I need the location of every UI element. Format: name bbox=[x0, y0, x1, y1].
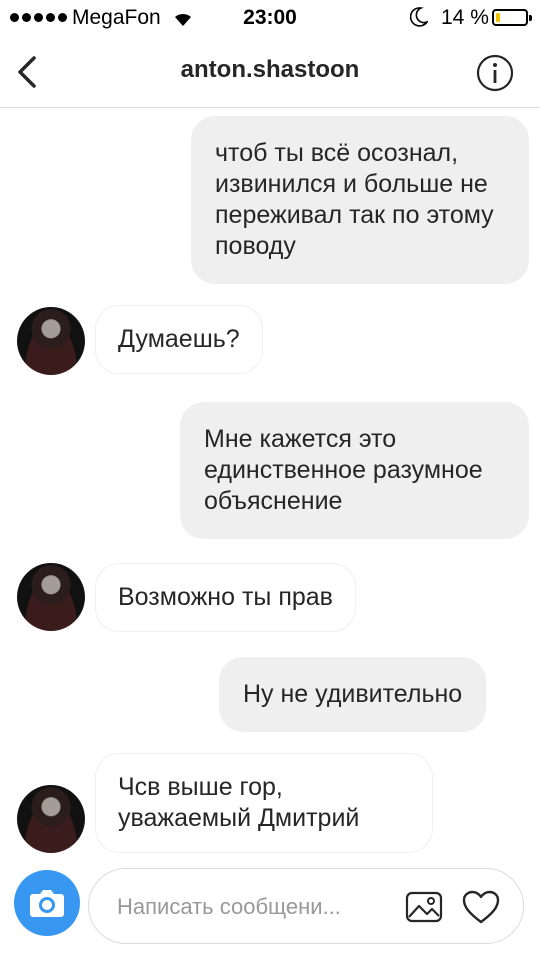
avatar[interactable] bbox=[17, 563, 85, 631]
do-not-disturb-moon-icon bbox=[410, 7, 428, 27]
status-bar: MegaFon 23:00 14 % bbox=[0, 0, 540, 36]
camera-icon bbox=[30, 890, 64, 917]
battery-level-fill bbox=[496, 13, 500, 22]
message-input[interactable] bbox=[117, 889, 387, 925]
battery-icon bbox=[492, 9, 532, 26]
chat-screen: MegaFon 23:00 14 % anton.shastoon чтоб т… bbox=[0, 0, 540, 960]
incoming-message[interactable]: Думаешь? bbox=[95, 305, 263, 374]
battery-percentage: 14 % bbox=[441, 6, 489, 29]
heart-icon[interactable] bbox=[461, 889, 501, 925]
outgoing-message[interactable]: чтоб ты всё осознал, извинился и больше … bbox=[191, 116, 529, 284]
avatar[interactable] bbox=[17, 785, 85, 853]
message-input-container bbox=[88, 868, 524, 944]
message-thread: чтоб ты всё осознал, извинился и больше … bbox=[0, 108, 540, 860]
outgoing-message[interactable]: Ну не удивительно bbox=[219, 657, 487, 732]
incoming-message[interactable]: Чсв выше гор, уважаемый Дмитрий bbox=[95, 753, 433, 853]
message-composer bbox=[0, 860, 540, 960]
conversation-header: anton.shastoon bbox=[0, 36, 540, 108]
avatar[interactable] bbox=[17, 307, 85, 375]
image-icon[interactable] bbox=[405, 889, 443, 925]
incoming-message[interactable]: Возможно ты прав bbox=[95, 563, 356, 632]
outgoing-message[interactable]: Мне кажется это единственное разумное об… bbox=[180, 402, 529, 539]
conversation-title[interactable]: anton.shastoon bbox=[0, 56, 540, 84]
info-icon[interactable] bbox=[476, 54, 514, 92]
camera-button[interactable] bbox=[14, 870, 80, 936]
